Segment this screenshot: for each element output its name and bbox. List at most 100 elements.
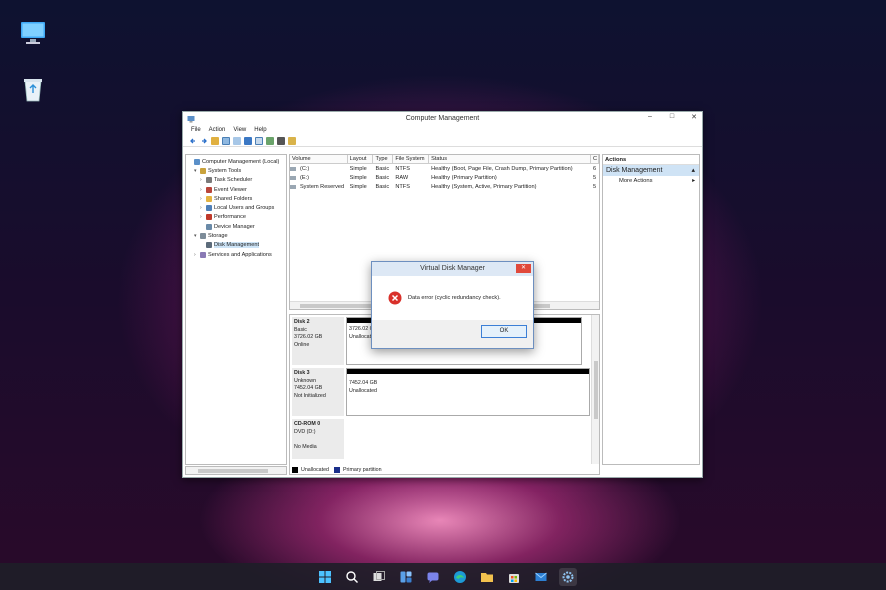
help-icon[interactable] [244,136,252,145]
column-layout[interactable]: Layout [348,154,374,164]
show-tree-icon[interactable] [222,136,230,145]
tree-item-shared-folders[interactable]: › Shared Folders [188,194,284,203]
partition-label: Unallocated [349,387,377,394]
ok-button[interactable]: OK [481,325,527,338]
folder-up-icon[interactable] [211,136,219,145]
virtual-disk-manager-dialog: Virtual Disk Manager ✕ Data error (cycli… [371,261,534,349]
folder-icon [206,195,212,202]
settings-icon[interactable] [288,136,296,145]
disk-type: Unknown [294,377,317,384]
users-icon [206,205,212,212]
menu-view[interactable]: View [233,127,246,133]
properties-icon[interactable] [233,136,241,145]
volume-cell: RAW [395,174,409,181]
tree-item-event-viewer[interactable]: › Event Viewer [188,185,284,194]
volume-row[interactable]: (E:) Simple Basic RAW Healthy (Primary Parti… [290,173,599,182]
disk-info[interactable]: CD-ROM 0 DVD (D:) No Media [292,419,344,459]
tree-item-task-scheduler[interactable]: › Task Scheduler [188,176,284,185]
back-arrow-icon[interactable] [189,137,197,145]
collapse-icon[interactable]: ▴ [691,165,695,176]
mail-button[interactable] [532,568,550,586]
this-pc-desktop-icon[interactable] [18,18,48,48]
volume-row[interactable]: (C:) Simple Basic NTFS Healthy (Boot, Page F… [290,164,599,173]
tree-item-label: Local Users and Groups [214,205,275,212]
volume-cell: Healthy (Primary Partition) [431,174,497,181]
forward-arrow-icon[interactable] [200,137,208,145]
tree-item-device-manager[interactable]: Device Manager [188,222,284,231]
tree-item-computer-management-local[interactable]: Computer Management (Local) [188,157,284,166]
recycle-bin-desktop-icon[interactable] [18,74,48,104]
tree-item-performance[interactable]: › Performance [188,213,284,222]
dialog-titlebar[interactable]: Virtual Disk Manager ✕ [372,262,533,276]
menu-help[interactable]: Help [254,127,266,133]
disk-icon [206,242,212,249]
unallocated-swatch [292,466,298,473]
file-explorer-button[interactable] [478,568,496,586]
disk-row[interactable]: CD-ROM 0 DVD (D:) No Media [292,419,586,459]
minimize-button[interactable]: – [644,113,656,121]
tree-item-label: Storage [208,233,228,240]
view-icon[interactable] [255,136,263,145]
refresh-icon[interactable] [266,136,274,145]
disk-size: 7452.04 GB [294,385,323,391]
more-actions-label: More Actions [619,178,653,184]
maximize-button[interactable]: □ [666,113,678,121]
tree-item-local-users-and-groups[interactable]: › Local Users and Groups [188,203,284,212]
tree-item-disk-management[interactable]: Disk Management [188,241,284,250]
actions-selected-label: Disk Management [606,167,663,174]
disk-row[interactable]: Disk 3 Unknown 7452.04 GB Not Initialize… [292,368,590,416]
actions-disk-management[interactable]: Disk Management ▴ [603,165,699,176]
actions-pane: Actions Disk Management ▴ More Actions ▸ [602,154,700,465]
tree-horizontal-scrollbar[interactable] [185,466,287,475]
volume-icon [290,166,296,171]
widgets-button[interactable] [397,568,415,586]
settings-taskbar-button[interactable] [558,567,577,586]
volume-cell: Basic [375,165,390,172]
tree-item-label: Performance [214,214,247,221]
toolbar [183,135,702,147]
storage-icon [200,233,206,240]
windows-logo-icon [318,570,331,583]
tree-item-services-and-applications[interactable]: › Services and Applications [188,250,284,259]
close-button[interactable]: ✕ [688,113,700,121]
menu-file[interactable]: File [191,127,201,133]
dialog-title: Virtual Disk Manager [420,265,485,272]
disks-vertical-scrollbar[interactable] [591,315,599,464]
device-icon [206,223,212,230]
taskbar [0,563,886,590]
more-actions-item[interactable]: More Actions ▸ [603,176,699,186]
dialog-close-button[interactable]: ✕ [516,264,531,273]
column-type[interactable]: Type [373,154,394,164]
volume-cell: Basic [375,174,390,181]
unallocated-partition[interactable]: 7452.04 GB Unallocated [346,368,590,416]
tools-icon [200,167,206,174]
column-volume[interactable]: Volume [290,154,348,164]
check-disk-icon[interactable] [277,136,285,145]
column-status[interactable]: Status [429,154,592,164]
chat-icon [427,572,438,583]
column-file-system[interactable]: File System [393,154,430,164]
tree-item-label: Services and Applications [208,251,272,258]
menu-action[interactable]: Action [209,127,226,133]
disk-name: CD-ROM 0 [294,421,321,427]
store-button[interactable] [505,568,523,586]
disk-info[interactable]: Disk 3 Unknown 7452.04 GB Not Initialize… [292,368,344,416]
volume-icon [290,175,296,180]
chat-button[interactable] [424,568,442,586]
tree-item-label: Disk Management [214,242,260,249]
column-capacity[interactable]: C [591,154,600,164]
window-titlebar[interactable]: Computer Management – □ ✕ [183,112,702,125]
disk-status: No Media [294,444,317,450]
volume-row[interactable]: System Reserved Simple Basic NTFS Healthy (S… [290,182,599,191]
volume-cell: NTFS [395,183,410,190]
edge-button[interactable] [451,568,469,586]
tree-item-label: Task Scheduler [214,177,253,184]
tree-item-system-tools[interactable]: ▾ System Tools [188,166,284,175]
mail-icon [534,572,547,581]
tree-item-storage[interactable]: ▾ Storage [188,231,284,240]
search-button[interactable] [343,568,361,586]
task-view-button[interactable] [370,568,388,586]
start-button[interactable] [316,568,334,586]
disk-info[interactable]: Disk 2 Basic 3726.02 GB Online [292,317,344,365]
search-icon [345,570,358,583]
